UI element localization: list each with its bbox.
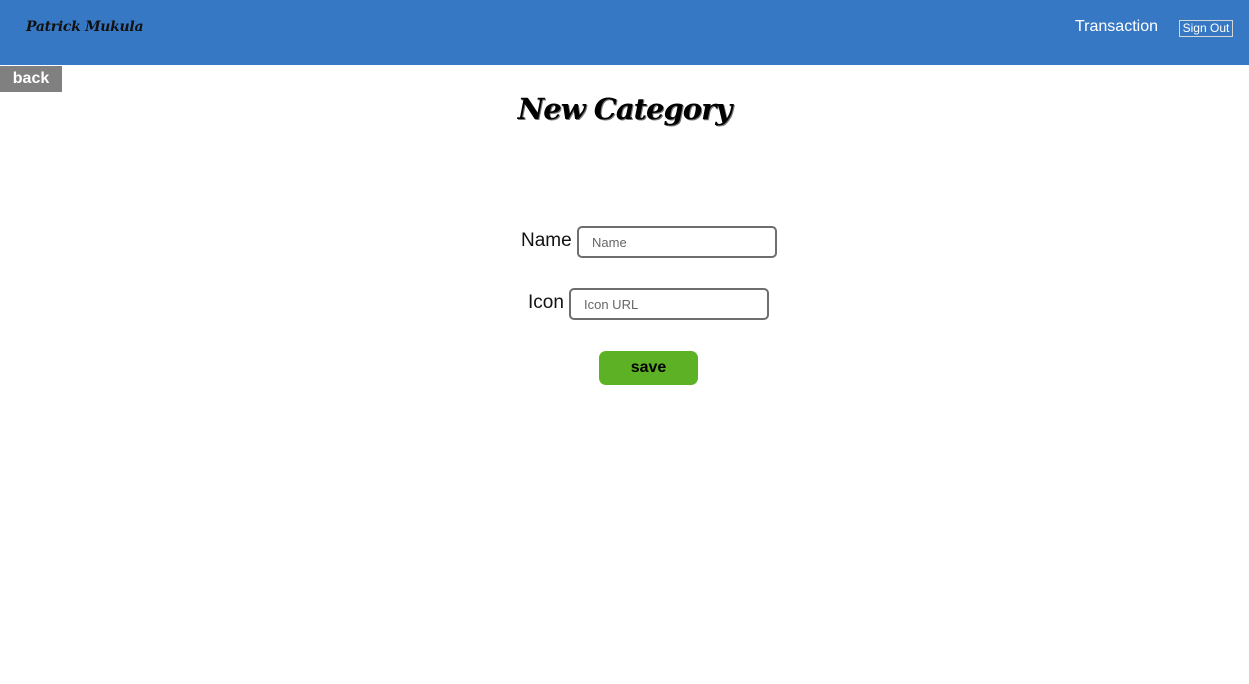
back-button[interactable]: back	[0, 66, 62, 92]
icon-label: Icon	[528, 292, 564, 313]
top-navbar: Patrick Mukula Transaction Sign Out	[0, 0, 1249, 65]
nav-link-transaction[interactable]: Transaction	[1075, 18, 1158, 36]
page-title: New Category	[517, 92, 733, 126]
brand-name[interactable]: Patrick Mukula	[26, 19, 144, 35]
save-button[interactable]: save	[599, 351, 698, 385]
name-input[interactable]	[577, 226, 777, 258]
icon-url-input[interactable]	[569, 288, 769, 320]
name-label: Name	[521, 230, 572, 251]
sign-out-button[interactable]: Sign Out	[1179, 20, 1233, 37]
